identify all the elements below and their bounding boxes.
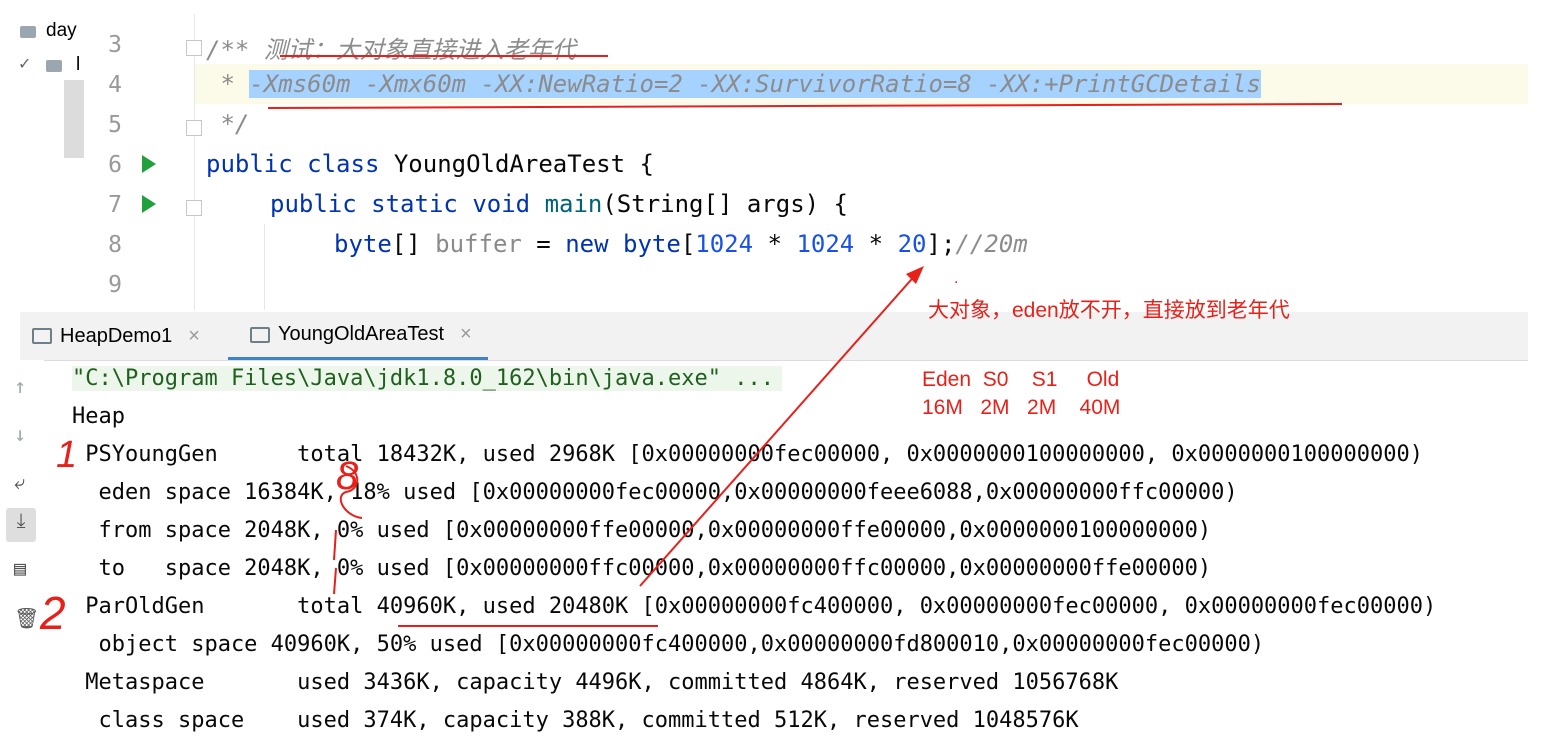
folder-icon	[20, 26, 36, 38]
class-declaration: YoungOldAreaTest {	[379, 150, 654, 178]
keyword: class	[307, 150, 380, 178]
scroll-to-end-icon[interactable]: ⤓	[6, 508, 36, 542]
code-line-5: */	[206, 110, 249, 138]
console-toolbar: ↑ ↓ ⤶ ⤓ ▤ 🗑	[0, 360, 44, 749]
selected-jvm-options: -Xms60m -Xmx60m -XX:NewRatio=2 -XX:Survi…	[249, 70, 1261, 98]
console-line: ParOldGen total 40960K, used 20480K [0x0…	[72, 594, 1437, 619]
code-token: ];	[926, 230, 956, 258]
comment-star: *	[206, 70, 250, 98]
keyword: public	[206, 150, 293, 178]
chevron-down-icon[interactable]: ✓	[18, 54, 31, 74]
folder-icon	[46, 60, 62, 72]
tree-item-label: day	[46, 20, 77, 41]
line-number: 3	[108, 32, 122, 58]
tab-heapdemo1[interactable]: HeapDemo1 ×	[32, 312, 200, 360]
keyword: byte	[608, 230, 681, 258]
fold-icon[interactable]	[186, 200, 202, 216]
comment-start: /**	[206, 36, 264, 64]
indent-guide	[264, 224, 265, 310]
close-icon[interactable]: ×	[460, 323, 472, 346]
code-line-4: * -Xms60m -Xmx60m -XX:NewRatio=2 -XX:Sur…	[206, 70, 1261, 98]
line-number: 5	[108, 112, 122, 138]
trash-icon[interactable]: 🗑	[14, 606, 39, 630]
regions-sizes: 16M 2M 2M 40M	[922, 396, 1121, 419]
handwritten-mark-2: 2	[40, 587, 66, 639]
console-line: Metaspace used 3436K, capacity 4496K, co…	[72, 670, 1119, 695]
keyword: byte	[334, 230, 392, 258]
print-icon[interactable]: ▤	[14, 556, 26, 580]
soft-wrap-icon[interactable]: ⤶	[14, 470, 25, 494]
console-command-line[interactable]: "C:\Program Files\Java\jdk1.8.0_162\bin\…	[72, 366, 782, 391]
console-line: to space 2048K, 0% used [0x00000000ffc00…	[72, 556, 1212, 581]
keyword: static	[371, 190, 458, 218]
comment-end: */	[206, 110, 250, 138]
code-line-6: public class YoungOldAreaTest {	[206, 150, 654, 178]
run-tabs: HeapDemo1 × YoungOldAreaTest ×	[20, 312, 1528, 361]
line-number: 9	[108, 272, 122, 298]
code-line-3: /** 测试：大对象直接进入老年代	[206, 30, 576, 65]
console-line: from space 2048K, 0% used [0x00000000ffe…	[72, 518, 1212, 543]
console-line: eden space 16384K, 18% used [0x00000000f…	[72, 480, 1238, 505]
line-comment: //20m	[955, 230, 1028, 258]
line-number: 8	[108, 232, 122, 258]
variable-name: buffer	[435, 230, 522, 258]
console-line: PSYoungGen total 18432K, used 2968K [0x0…	[72, 442, 1424, 467]
fold-icon[interactable]	[186, 120, 202, 136]
code-token: *	[753, 230, 797, 258]
code-token: [	[680, 230, 696, 258]
handwritten-mark-8: 8	[336, 454, 359, 498]
code-editor[interactable]: 3 4 5 6 7 8 9 /** 测试：大对象直接进入老年代 * -Xms60…	[84, 14, 1550, 310]
console-icon	[32, 328, 52, 344]
tree-scroll-marker	[64, 80, 84, 158]
tab-label: HeapDemo1	[60, 324, 173, 347]
big-object-note: 大对象，eden放不开，直接放到老年代	[928, 299, 1290, 322]
console-line: object space 40960K, 50% used [0x0000000…	[72, 632, 1265, 657]
console-line: class space used 374K, capacity 388K, co…	[72, 708, 1079, 733]
code-line-8: byte[] buffer = new byte[1024 * 1024 * 2…	[334, 230, 1028, 258]
comment-text: 测试：大对象直接进入老年代	[263, 36, 576, 64]
method-params: (String[] args) {	[602, 190, 848, 218]
regions-header: Eden S0 S1 Old	[922, 368, 1120, 391]
method-name: main	[544, 190, 603, 218]
editor-gutter: 3 4 5 6 7 8 9	[84, 14, 202, 310]
keyword: void	[472, 190, 531, 218]
number-literal: 1024	[695, 230, 754, 258]
line-number: 6	[108, 152, 122, 178]
annotation-dot: .	[954, 270, 959, 287]
code-token: =	[521, 230, 566, 258]
tab-youngoldareatest[interactable]: YoungOldAreaTest ×	[228, 312, 488, 360]
console-icon	[250, 326, 270, 343]
console-output[interactable]: "C:\Program Files\Java\jdk1.8.0_162\bin\…	[72, 362, 1542, 749]
close-icon[interactable]: ×	[188, 325, 200, 348]
keyword: public	[270, 190, 357, 218]
run-tool-window: HeapDemo1 × YoungOldAreaTest × ↑ ↓ ⤶ ⤓ ▤…	[0, 312, 1550, 749]
code-token: []	[391, 230, 436, 258]
tab-label: YoungOldAreaTest	[278, 323, 445, 345]
project-tree: day ✓ l	[0, 0, 84, 310]
handwritten-mark-1: 1	[56, 434, 78, 476]
line-number: 4	[108, 72, 122, 98]
tree-item-label: l	[76, 54, 81, 75]
down-arrow-icon[interactable]: ↓	[14, 422, 26, 446]
fold-icon[interactable]	[186, 40, 202, 56]
line-number: 7	[108, 192, 122, 218]
number-literal: 1024	[796, 230, 855, 258]
run-main-icon[interactable]	[142, 195, 156, 213]
run-class-icon[interactable]	[142, 155, 156, 173]
up-arrow-icon[interactable]: ↑	[14, 374, 26, 398]
number-literal: 20	[897, 230, 927, 258]
code-line-7: public static void main(String[] args) {	[270, 190, 848, 218]
console-line: Heap	[72, 404, 125, 429]
code-token: *	[854, 230, 898, 258]
keyword: new	[565, 230, 609, 258]
